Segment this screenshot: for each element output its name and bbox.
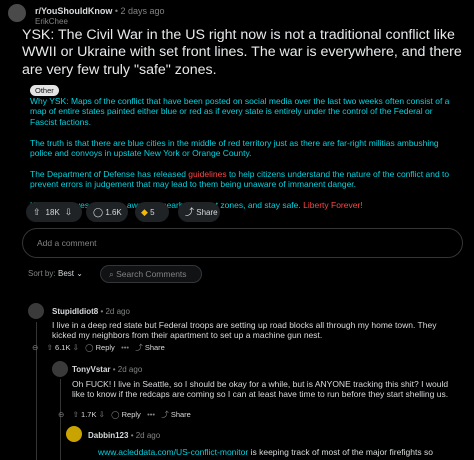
share-label: Share (196, 208, 218, 217)
comment-time: 2d ago (105, 307, 130, 316)
comment-count: 1.6K (105, 208, 122, 217)
sort-bar: Sort by: Best ⌄ ⌕ Search Comments (28, 265, 468, 285)
share-button[interactable]: ⤴ Share (161, 410, 191, 419)
post-header: r/YouShouldKnow • 2 days ago ErikChee (8, 4, 474, 26)
comment-text: Oh FUCK! I live in Seattle, so I should … (72, 379, 449, 400)
comment-author[interactable]: Dabbin123 (88, 431, 128, 440)
body-paragraph: The Department of Defense has released g… (30, 168, 450, 190)
vote-count: 6.1K (55, 343, 71, 352)
add-comment-input[interactable]: Add a comment (22, 228, 463, 258)
subreddit-avatar[interactable] (8, 4, 26, 22)
upvote-icon[interactable]: ⇧ (47, 343, 53, 352)
post-time: 2 days ago (120, 6, 165, 16)
monitor-link[interactable]: www.acleddata.com/US-conflict-monitor (98, 447, 248, 457)
comment-author[interactable]: StupidIdiot8 (52, 307, 98, 316)
collapse-icon[interactable]: ⊖ (32, 343, 38, 352)
upvote-icon[interactable]: ⇧ (33, 202, 41, 222)
comment-author[interactable]: TonyVstar (72, 365, 111, 374)
guidelines-link[interactable]: guidelines (188, 169, 226, 179)
share-button[interactable]: ⤴ Share (178, 202, 220, 222)
avatar[interactable] (52, 361, 68, 377)
search-icon: ⌕ (109, 269, 114, 279)
vote-count: 18K (45, 208, 60, 217)
sort-label: Sort by: (28, 269, 56, 278)
more-icon[interactable]: ••• (147, 410, 155, 419)
post-title: YSK: The Civil War in the US right now i… (22, 27, 462, 78)
body-paragraph: Why YSK: Maps of the conflict that have … (30, 96, 450, 127)
award-count: 5 (150, 208, 155, 217)
comment-text: www.acleddata.com/US-conflict-monitor is… (98, 447, 433, 457)
reply-button[interactable]: ◯ Reply (111, 410, 141, 419)
avatar[interactable] (28, 303, 44, 319)
body-paragraph: The truth is that there are blue cities … (30, 137, 439, 159)
comment-header: StupidIdiot8 • 2d ago (52, 307, 130, 316)
subreddit-line: r/YouShouldKnow • 2 days ago (35, 6, 165, 16)
share-button[interactable]: ⤴ Share (135, 343, 165, 352)
comment-time: 2d ago (135, 431, 161, 440)
comment-actions: ⊖ ⇧ 1.7K ⇩ ◯ Reply ••• ⤴ Share (58, 408, 191, 422)
post-action-bar: ⇧ 18K ⇩ ◯ 1.6K ◆ 5 ⤴ Share (0, 202, 474, 222)
downvote-icon[interactable]: ⇩ (65, 202, 73, 222)
vote-pill: ⇧ 18K ⇩ (26, 202, 82, 222)
post-flair[interactable]: Other (30, 85, 59, 96)
downvote-icon[interactable]: ⇩ (73, 343, 79, 352)
collapse-icon[interactable]: ⊖ (58, 410, 64, 419)
upvote-icon[interactable]: ⇧ (73, 410, 79, 419)
more-icon[interactable]: ••• (121, 343, 129, 352)
comment-actions: ⊖ ⇧ 6.1K ⇩ ◯ Reply ••• ⤴ Share (32, 341, 165, 355)
downvote-icon[interactable]: ⇩ (99, 410, 105, 419)
award-icon: ◆ (141, 207, 148, 217)
subreddit-name[interactable]: r/YouShouldKnow (35, 6, 112, 16)
avatar[interactable] (66, 426, 82, 442)
comment-text: I live in a deep red state but Federal t… (52, 320, 437, 341)
comment-icon: ◯ (93, 207, 104, 217)
comment-time: 2d ago (117, 365, 143, 374)
award-button[interactable]: ◆ 5 (135, 202, 169, 222)
search-comments-input[interactable]: ⌕ Search Comments (100, 265, 202, 283)
reply-button[interactable]: ◯ Reply (85, 343, 115, 352)
sort-dropdown[interactable]: Best ⌄ (58, 269, 83, 278)
comment-header: Dabbin123 • 2d ago (88, 431, 161, 440)
comments-button[interactable]: ◯ 1.6K (86, 202, 128, 222)
comment-header: TonyVstar • 2d ago (72, 365, 143, 374)
vote-count: 1.7K (81, 410, 97, 419)
post-author[interactable]: ErikChee (35, 17, 68, 26)
share-icon: ⤴ (185, 207, 195, 217)
